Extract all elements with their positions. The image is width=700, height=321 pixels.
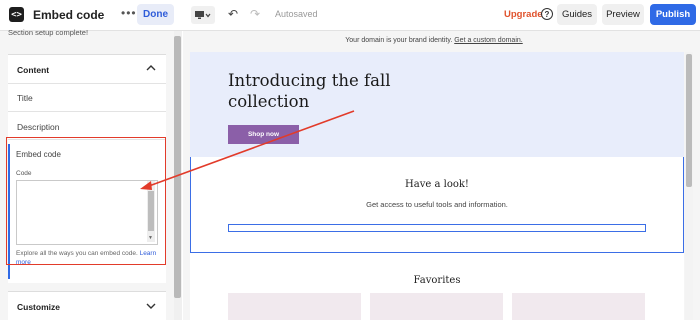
content-item-title[interactable]: Title [17, 93, 33, 103]
shop-now-button[interactable]: Shop now [228, 125, 299, 144]
done-button[interactable]: Done [137, 4, 174, 25]
upgrade-link[interactable]: Upgrade [504, 9, 543, 20]
chevron-down-icon[interactable] [146, 303, 156, 309]
favorite-product-card[interactable] [228, 293, 361, 320]
publish-button[interactable]: Publish [650, 4, 696, 25]
autosave-status: Autosaved [275, 9, 318, 19]
embed-section-subtitle: Get access to useful tools and informati… [366, 200, 508, 209]
more-options-icon[interactable]: ••• [121, 6, 137, 20]
redo-icon[interactable]: ↷ [250, 7, 260, 21]
domain-banner-text: Your domain is your brand identity. [345, 37, 453, 44]
embed-code-icon: <> [9, 7, 24, 22]
top-toolbar: <> Embed code ••• Done ↶ ↷ Autosaved Upg… [0, 0, 700, 31]
divider [8, 111, 166, 112]
favorite-product-card[interactable] [512, 293, 645, 320]
domain-banner: Your domain is your brand identity. Get … [183, 33, 685, 49]
preview-button[interactable]: Preview [602, 4, 644, 25]
chevron-up-icon[interactable] [146, 65, 156, 71]
favorites-title: Favorites [413, 275, 461, 286]
undo-icon[interactable]: ↶ [228, 7, 238, 21]
customize-heading[interactable]: Customize [17, 302, 60, 312]
favorite-product-card[interactable] [370, 293, 503, 320]
embed-code-placeholder[interactable] [228, 224, 646, 232]
annotation-highlight-box [6, 137, 166, 265]
customize-card[interactable]: Customize [8, 291, 166, 321]
hero-title: Introducing the fall collection [228, 71, 391, 111]
custom-domain-link[interactable]: Get a custom domain. [454, 37, 522, 44]
canvas-scroll-thumb[interactable] [686, 54, 692, 187]
guides-button[interactable]: Guides [557, 4, 597, 25]
device-layout-button[interactable] [191, 6, 215, 24]
left-panel-scroll-thumb[interactable] [174, 36, 181, 298]
content-item-description[interactable]: Description [17, 122, 60, 132]
embed-section-title: Have a look! [405, 179, 469, 190]
help-icon[interactable]: ? [541, 8, 553, 20]
content-heading[interactable]: Content [17, 65, 49, 75]
monitor-icon [195, 11, 211, 19]
divider [8, 83, 166, 84]
app-title: Embed code [33, 8, 105, 22]
setup-status-text: Section setup complete! [8, 28, 89, 37]
